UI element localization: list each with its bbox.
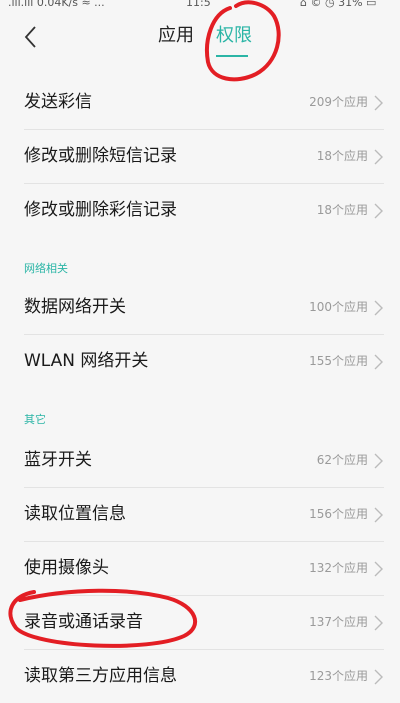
item-label: 使用摄像头 — [24, 558, 109, 578]
item-label: 数据网络开关 — [24, 297, 126, 317]
item-label: 修改或删除彩信记录 — [24, 200, 177, 220]
item-label: 读取第三方应用信息 — [24, 666, 177, 686]
chevron-right-icon — [374, 354, 383, 370]
section-header-network: 网络相关 — [24, 262, 68, 275]
back-button[interactable] — [16, 22, 46, 52]
list-item[interactable]: 发送彩信 209个应用 — [0, 76, 400, 129]
item-label: WLAN 网络开关 — [24, 351, 149, 371]
item-label: 读取位置信息 — [24, 504, 126, 524]
list-item[interactable]: 修改或删除彩信记录 18个应用 — [0, 184, 400, 237]
list-item[interactable]: 修改或删除短信记录 18个应用 — [0, 130, 400, 183]
section-header-other: 其它 — [24, 413, 46, 426]
battery-status: ⌂ © ◷ 31% ▭ — [300, 0, 377, 9]
chevron-right-icon — [374, 669, 383, 685]
list-item[interactable]: 使用摄像头 132个应用 — [0, 542, 400, 595]
item-count: 209个应用 — [309, 95, 368, 109]
chevron-right-icon — [374, 95, 383, 111]
list-item[interactable]: 读取第三方应用信息 123个应用 — [0, 650, 400, 703]
item-label: 发送彩信 — [24, 92, 92, 112]
list-item[interactable]: 蓝牙开关 62个应用 — [0, 434, 400, 487]
item-count: 18个应用 — [316, 203, 368, 217]
chevron-right-icon — [374, 615, 383, 631]
list-item[interactable]: 读取位置信息 156个应用 — [0, 488, 400, 541]
list-item[interactable]: 录音或通话录音 137个应用 — [0, 596, 400, 649]
status-bar: .ill.ill 0.04K/s ≈ ... 11:5 ⌂ © ◷ 31% ▭ — [0, 0, 400, 12]
item-label: 录音或通话录音 — [24, 612, 143, 632]
list-item[interactable]: 数据网络开关 100个应用 — [0, 281, 400, 334]
tab-permissions[interactable]: 权限 — [216, 24, 252, 48]
item-count: 156个应用 — [309, 507, 368, 521]
chevron-right-icon — [374, 203, 383, 219]
chevron-right-icon — [374, 300, 383, 316]
item-count: 132个应用 — [309, 561, 368, 575]
list-item[interactable]: WLAN 网络开关 155个应用 — [0, 335, 400, 388]
back-arrow-icon — [24, 26, 36, 48]
header: 应用 权限 — [0, 12, 400, 70]
chevron-right-icon — [374, 507, 383, 523]
item-label: 修改或删除短信记录 — [24, 146, 177, 166]
item-count: 62个应用 — [316, 453, 368, 467]
item-label: 蓝牙开关 — [24, 450, 92, 470]
chevron-right-icon — [374, 453, 383, 469]
chevron-right-icon — [374, 561, 383, 577]
active-tab-indicator — [216, 55, 248, 57]
item-count: 18个应用 — [316, 149, 368, 163]
tab-apps[interactable]: 应用 — [158, 24, 194, 48]
clock: 11:5 — [186, 0, 211, 9]
item-count: 155个应用 — [309, 354, 368, 368]
signal-status: .ill.ill 0.04K/s ≈ ... — [8, 0, 105, 9]
item-count: 100个应用 — [309, 300, 368, 314]
item-count: 123个应用 — [309, 669, 368, 683]
chevron-right-icon — [374, 149, 383, 165]
item-count: 137个应用 — [309, 615, 368, 629]
